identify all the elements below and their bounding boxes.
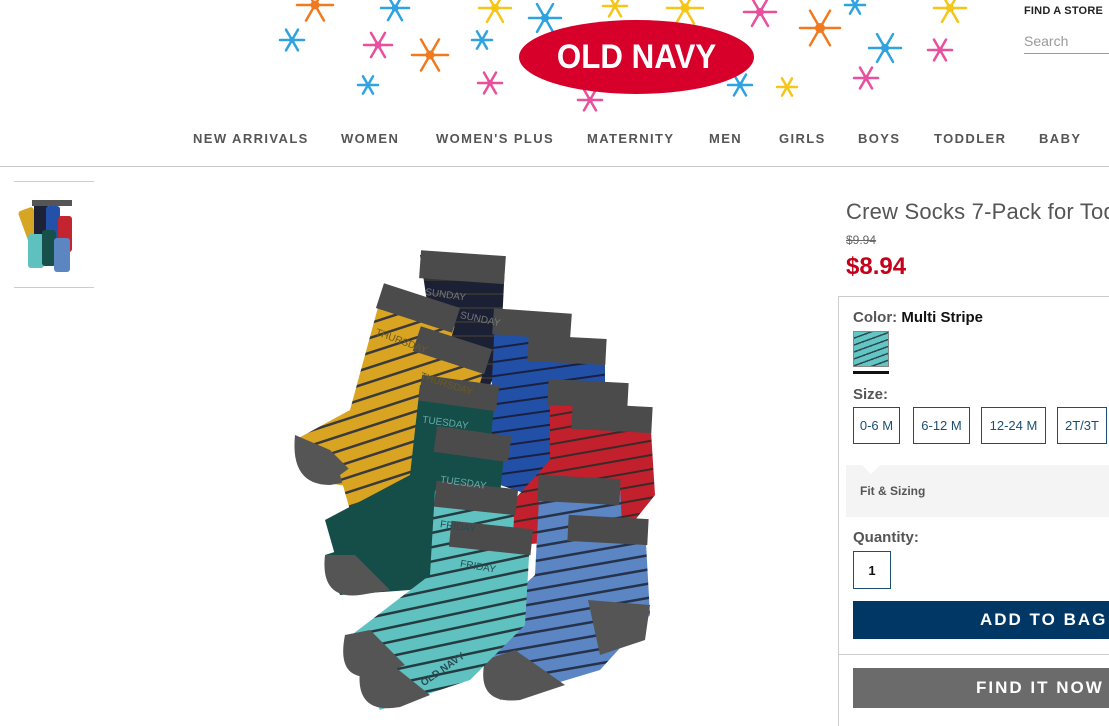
size-option-0-6m[interactable]: 0-6 M — [853, 407, 900, 444]
color-label: Color: Multi Stripe — [853, 309, 983, 326]
old-navy-logo[interactable]: OLD NAVY — [519, 20, 754, 94]
quantity-select[interactable]: 1 — [853, 551, 891, 589]
nav-womens-plus[interactable]: WOMEN'S PLUS — [436, 131, 554, 146]
color-value: Multi Stripe — [901, 309, 984, 326]
nav-maternity[interactable]: MATERNITY — [587, 131, 674, 146]
nav-new-arrivals[interactable]: NEW ARRIVALS — [193, 131, 309, 146]
search-field[interactable] — [1024, 30, 1109, 54]
add-to-bag-button[interactable]: ADD TO BAG — [853, 601, 1109, 639]
divider — [838, 654, 1109, 655]
original-price: $9.94 — [846, 233, 877, 247]
nav-baby[interactable]: BABY — [1039, 131, 1081, 146]
site-header: OLD NAVY FIND A STORE — [0, 0, 1109, 118]
quantity-label: Quantity: — [853, 529, 919, 546]
size-label: Size: — [853, 386, 889, 403]
fit-sizing-link[interactable]: Fit & Sizing — [860, 484, 925, 498]
size-option-2t-3t[interactable]: 2T/3T — [1057, 407, 1107, 444]
sale-price: $8.94 — [846, 253, 907, 280]
color-swatch-multi-stripe[interactable] — [853, 331, 889, 367]
nav-men[interactable]: MEN — [709, 131, 742, 146]
logo-text: OLD NAVY — [556, 37, 717, 76]
nav-boys[interactable]: BOYS — [858, 131, 900, 146]
selected-swatch-indicator — [853, 371, 889, 374]
fit-sizing-notch — [862, 465, 880, 474]
nav-women[interactable]: WOMEN — [341, 131, 399, 146]
thumbnail-gallery — [14, 181, 94, 288]
nav-girls[interactable]: GIRLS — [779, 131, 826, 146]
product-thumbnail[interactable] — [18, 190, 90, 280]
nav-toddler[interactable]: TODDLER — [934, 131, 1006, 146]
color-label-text: Color: — [853, 309, 898, 326]
size-option-6-12m[interactable]: 6-12 M — [913, 407, 970, 444]
main-navigation: NEW ARRIVALS WOMEN WOMEN'S PLUS MATERNIT… — [0, 118, 1109, 167]
search-input[interactable] — [1024, 30, 1109, 52]
find-a-store-link[interactable]: FIND A STORE — [1024, 5, 1103, 17]
size-option-12-24m[interactable]: 12-24 M — [981, 407, 1046, 444]
product-main-image[interactable]: SUNDAY SUNDAY THURSDAY THURSDAY TUESDAY … — [270, 245, 670, 715]
find-it-now-button[interactable]: FIND IT NOW — [853, 668, 1109, 708]
product-title: Crew Socks 7-Pack for Toddler — [846, 199, 1109, 224]
